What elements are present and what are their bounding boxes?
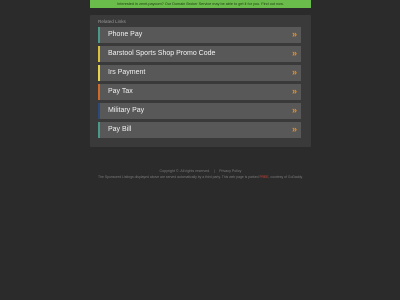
link-barstool-sports-shop-promo-code[interactable]: Barstool Sports Shop Promo Code » [98,46,301,62]
link-military-pay[interactable]: Military Pay » [98,103,301,119]
privacy-policy-link[interactable]: Privacy Policy [219,169,241,173]
related-links-list: Phone Pay » Barstool Sports Shop Promo C… [98,27,301,141]
link-phone-pay[interactable]: Phone Pay » [98,27,301,43]
link-label: Military Pay [108,107,145,114]
link-label: Barstool Sports Shop Promo Code [108,50,216,57]
related-links-panel: Related Links Phone Pay » Barstool Sport… [90,15,311,147]
link-irs-payment[interactable]: Irs Payment » [98,65,301,81]
double-chevron-right-icon: » [291,67,297,77]
footer-separator: | [214,169,216,173]
related-links-heading: Related Links [98,19,126,24]
page-footer: Copyright ©. All rights reserved. | Privac… [90,168,311,180]
double-chevron-right-icon: » [291,86,297,96]
double-chevron-right-icon: » [291,105,297,115]
double-chevron-right-icon: » [291,48,297,58]
link-label: Pay Tax [108,88,133,95]
link-pay-bill[interactable]: Pay Bill » [98,122,301,138]
parked-notice-suffix: , courtesy of GoDaddy. [268,175,303,179]
parked-free-link[interactable]: FREE [259,175,268,179]
domain-broker-banner[interactable]: Interested in zemt.paycom? Our Domain Br… [90,0,311,8]
copyright-text: Copyright ©. All rights reserved. [159,169,211,173]
footer-line-parked: The Sponsored Listings displayed above a… [90,174,311,180]
parked-notice-prefix: The Sponsored Listings displayed above a… [98,175,259,179]
link-pay-tax[interactable]: Pay Tax » [98,84,301,100]
link-label: Phone Pay [108,31,143,38]
double-chevron-right-icon: » [291,124,297,134]
double-chevron-right-icon: » [291,29,297,39]
link-label: Irs Payment [108,69,146,76]
link-label: Pay Bill [108,126,132,133]
